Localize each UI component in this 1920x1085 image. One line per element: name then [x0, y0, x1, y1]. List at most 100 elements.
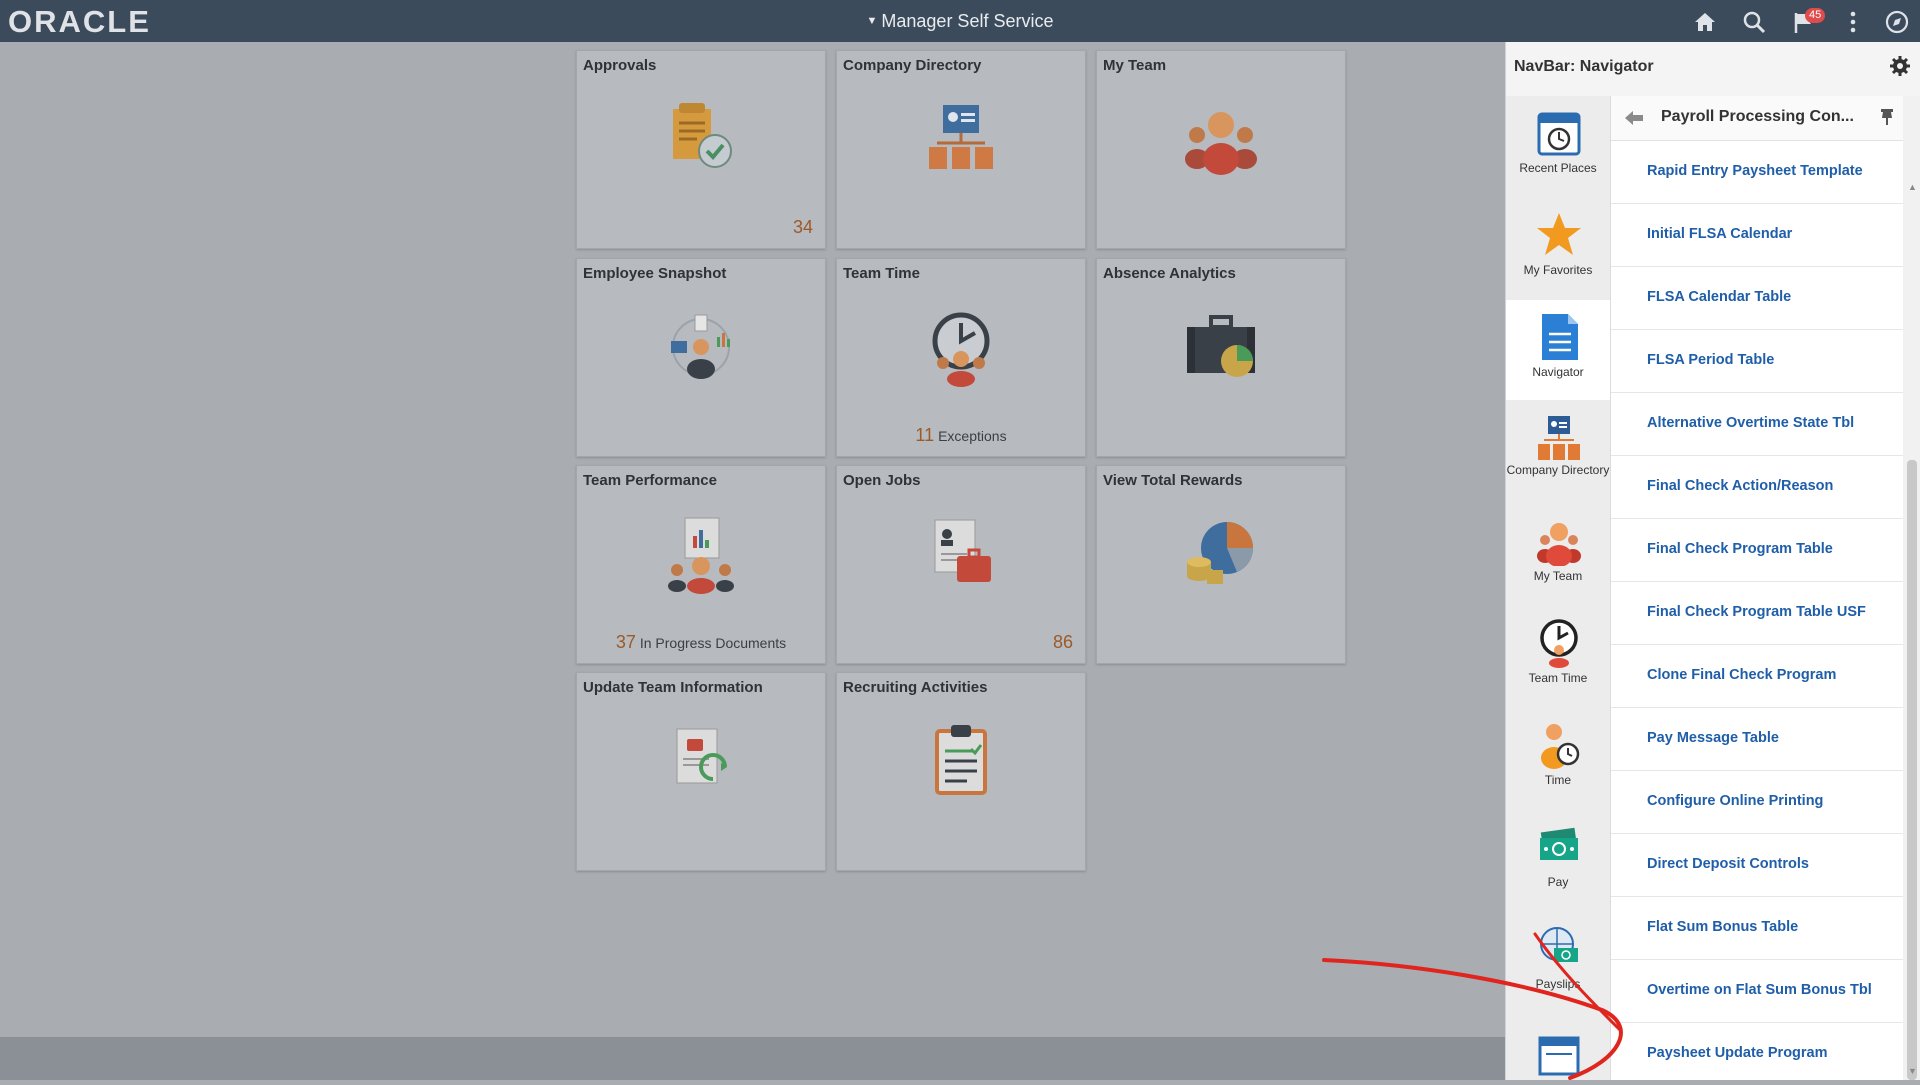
home-icon[interactable] [1692, 9, 1718, 35]
tile-recruiting-activities[interactable]: Recruiting Activities [836, 672, 1086, 871]
tile-title: Company Directory [843, 57, 982, 74]
tile-update-team-information[interactable]: Update Team Information [576, 672, 826, 871]
nav-item-label: Team Time [1528, 671, 1588, 685]
nav-link[interactable]: Final Check Action/Reason [1611, 456, 1903, 519]
navbar-my-team[interactable]: My Team [1506, 504, 1610, 604]
notification-badge: 45 [1805, 8, 1826, 23]
back-arrow-icon[interactable] [1623, 108, 1645, 128]
scroll-down-arrow-icon[interactable]: ▼ [1908, 1066, 1917, 1076]
approvals-icon [661, 99, 741, 179]
page-title[interactable]: ▼ Manager Self Service [0, 11, 1920, 32]
top-header: ORACLE ▼ Manager Self Service 45 [0, 0, 1920, 42]
search-icon[interactable] [1741, 9, 1767, 35]
tile-title: Team Performance [583, 472, 717, 489]
navbar-company-directory[interactable]: Company Directory [1506, 402, 1610, 502]
time-icon [1541, 724, 1580, 769]
nav-link[interactable]: Alternative Overtime State Tbl [1611, 393, 1903, 456]
nav-link[interactable]: Pay Message Table [1611, 708, 1903, 771]
pin-icon[interactable] [1879, 108, 1895, 126]
total-rewards-icon [1181, 514, 1261, 594]
tile-team-time[interactable]: Team Time 11 Exceptions [836, 258, 1086, 457]
nav-link[interactable]: Rapid Entry Paysheet Template [1611, 141, 1903, 204]
form-window-icon [1538, 1036, 1580, 1076]
navbar-title: NavBar: Navigator [1514, 58, 1654, 75]
open-jobs-icon [921, 514, 1001, 594]
tile-title: Employee Snapshot [583, 265, 727, 282]
recent-places-icon [1537, 112, 1581, 156]
tile-title: View Total Rewards [1103, 472, 1243, 489]
nav-item-label: Navigator [1532, 365, 1584, 379]
briefcase-icon [1181, 307, 1261, 387]
navbar-payslips[interactable]: Payslips [1506, 912, 1610, 1012]
update-team-icon [661, 721, 741, 801]
navigator-breadcrumb: Payroll Processing Con... [1611, 96, 1903, 141]
dropdown-caret-icon[interactable]: ▼ [867, 15, 878, 27]
team-time-footer: 11 Exceptions [915, 425, 1007, 445]
nav-link[interactable]: Direct Deposit Controls [1611, 834, 1903, 897]
nav-link[interactable]: Initial FLSA Calendar [1611, 204, 1903, 267]
nav-item-label: Pay [1547, 875, 1569, 889]
tile-open-jobs[interactable]: Open Jobs 86 [836, 465, 1086, 664]
navbar-navigator[interactable]: Navigator [1506, 300, 1610, 400]
tile-employee-snapshot[interactable]: Employee Snapshot [576, 258, 826, 457]
navbar-tiles: Recent Places My Favorites Navigator Com… [1506, 96, 1611, 1080]
clipboard-icon [921, 721, 1001, 801]
my-team-icon [1181, 99, 1261, 179]
tile-view-total-rewards[interactable]: View Total Rewards [1096, 465, 1346, 664]
company-directory-icon [1538, 416, 1580, 460]
navbar-next-tile[interactable] [1506, 1014, 1610, 1080]
nav-link[interactable]: Configure Online Printing [1611, 771, 1903, 834]
nav-link[interactable]: FLSA Period Table [1611, 330, 1903, 393]
navbar-compass-icon[interactable] [1884, 9, 1910, 35]
team-performance-footer: 37 In Progress Documents [615, 632, 787, 652]
payslips-icon [1540, 927, 1578, 962]
nav-link[interactable]: FLSA Calendar Table [1611, 267, 1903, 330]
navbar-time[interactable]: Time [1506, 708, 1610, 808]
tile-title: Absence Analytics [1103, 265, 1236, 282]
nav-link[interactable]: Final Check Program Table [1611, 519, 1903, 582]
nav-item-label: Recent Places [1519, 161, 1597, 175]
my-team-icon [1537, 523, 1581, 566]
nav-link[interactable]: Paysheet Update Program [1611, 1023, 1903, 1085]
tile-title: Open Jobs [843, 472, 921, 489]
tile-my-team[interactable]: My Team [1096, 50, 1346, 249]
pay-icon [1540, 827, 1578, 860]
navbar-my-favorites[interactable]: My Favorites [1506, 198, 1610, 298]
team-time-icon [1540, 619, 1578, 668]
gear-icon[interactable] [1889, 55, 1911, 77]
open-jobs-count: 86 [1052, 632, 1073, 652]
actions-menu-icon[interactable] [1840, 9, 1866, 35]
tile-company-directory[interactable]: Company Directory [836, 50, 1086, 249]
navbar-recent-places[interactable]: Recent Places [1506, 96, 1610, 196]
tile-team-performance[interactable]: Team Performance 37 In Progress Documents [576, 465, 826, 664]
navbar-pay[interactable]: Pay [1506, 810, 1610, 910]
tile-title: Team Time [843, 265, 920, 282]
nav-link[interactable]: Overtime on Flat Sum Bonus Tbl [1611, 960, 1903, 1023]
nav-item-label: Time [1544, 773, 1572, 787]
footer-strip [0, 1037, 1505, 1080]
scrollbar-thumb[interactable] [1907, 460, 1917, 1080]
team-time-icon [921, 307, 1001, 387]
tile-approvals[interactable]: Approvals 34 [576, 50, 826, 249]
nav-item-label: Payslips [1535, 977, 1581, 991]
tile-title: Approvals [583, 57, 657, 74]
nav-link[interactable]: Final Check Program Table USF [1611, 582, 1903, 645]
navigator-list: Payroll Processing Con... Rapid Entry Pa… [1611, 96, 1903, 1080]
approvals-count: 34 [792, 217, 813, 237]
navbar-team-time[interactable]: Team Time [1506, 606, 1610, 706]
nav-link[interactable]: Clone Final Check Program [1611, 645, 1903, 708]
folder-title: Payroll Processing Con... [1661, 108, 1854, 125]
nav-link[interactable]: Flat Sum Bonus Table [1611, 897, 1903, 960]
scroll-up-arrow-icon[interactable]: ▲ [1908, 182, 1917, 192]
tile-title: Update Team Information [583, 679, 763, 696]
tile-absence-analytics[interactable]: Absence Analytics [1096, 258, 1346, 457]
tile-title: My Team [1103, 57, 1167, 74]
nav-item-label: Company Directory [1506, 463, 1610, 477]
company-directory-icon [921, 99, 1001, 179]
nav-item-label: My Favorites [1523, 263, 1593, 277]
navigator-scrollbar[interactable]: ▲ ▼ [1903, 96, 1920, 1080]
employee-snapshot-icon [661, 307, 741, 387]
navigator-icon [1542, 314, 1578, 360]
navbar-panel: NavBar: Navigator Recent Places My Favor… [1505, 42, 1920, 1080]
team-performance-icon [661, 514, 741, 594]
